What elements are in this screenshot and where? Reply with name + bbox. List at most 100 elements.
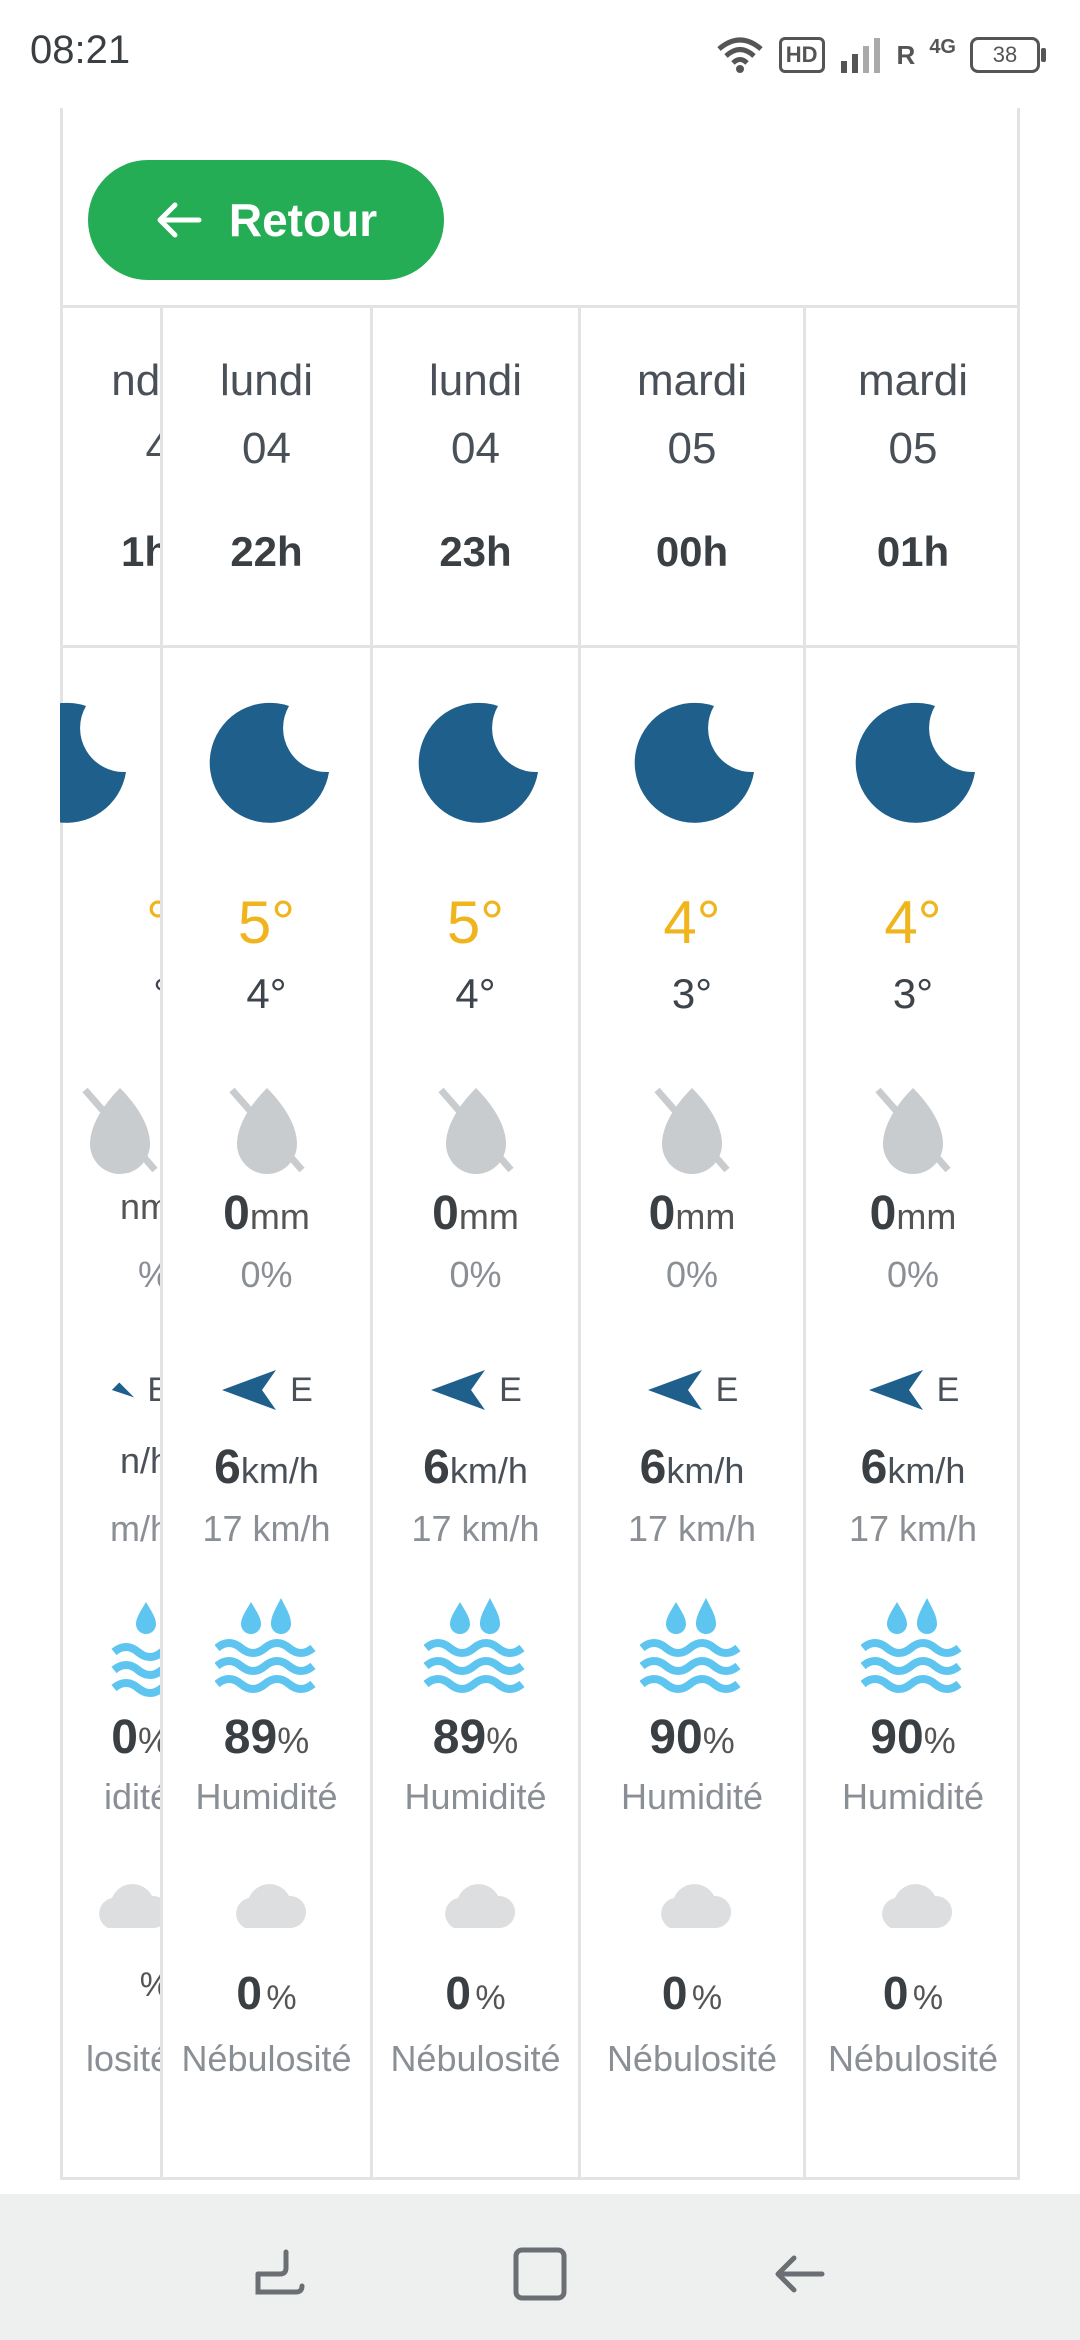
day-name: ndi [111,356,160,405]
battery-icon: 38 [970,37,1046,73]
humidity-label: Humidité [404,1776,547,1817]
wind-speed: 6km/h [214,1441,319,1494]
temperature: 5° [446,889,505,956]
cloud-icon [99,1884,160,1928]
no-rain-icon [654,1087,730,1174]
wind-speed: 6km/h [639,1441,745,1494]
wind-direction: E [163,1368,370,1412]
rain-probability: 0% [665,1254,719,1295]
rain-probability: 0% [886,1254,940,1295]
wind-speed: 6km/h [423,1441,528,1494]
day-date: 04 [451,424,500,473]
no-rain-icon [437,1087,514,1174]
rain-probability: 0% [240,1254,293,1295]
forecast-column: mardi 05 01h 4° 3° 0mm 0% E 6km/h 17 km/… [803,308,1020,2180]
temperature: ° [146,889,160,956]
network-type: 4G [929,35,956,58]
system-nav-bar [0,2194,1080,2340]
hour: 00h [655,528,729,575]
no-rain-icon [228,1087,305,1174]
humidity-icon [861,1598,962,1693]
day-name: lundi [220,356,313,405]
wind-arrow-icon [431,1370,486,1410]
felt-temperature: 4° [455,970,496,1017]
moon-icon [418,702,538,823]
wind-gust: 17 km/h [848,1508,978,1549]
cloud-cover-label: Nébulosité [827,2038,999,2079]
cloud-icon [235,1884,306,1928]
temperature: 5° [237,889,296,956]
wind-gust: m/h [109,1508,160,1549]
home-icon[interactable] [510,2244,570,2304]
day-date: 05 [667,424,717,473]
roaming-indicator: R [896,39,916,70]
forecast-column: lundi 04 22h 5° 4° 0mm 0% E 6km/h 17 km/… [160,308,370,2180]
humidity-label: Humidité [195,1776,338,1817]
wind-arrow-icon [222,1370,277,1410]
status-bar: 08:21 HD R 4G 38 [0,0,1080,108]
wind-arrow-icon [112,1382,135,1398]
wind-arrow-icon [868,1370,923,1410]
felt-temperature: 3° [671,970,713,1017]
humidity-icon [111,1602,160,1697]
humidity-icon [214,1598,316,1693]
temperature: 4° [884,889,942,956]
humidity-icon [640,1598,741,1693]
humidity-value: 0% [111,1711,160,1764]
humidity-value: 90% [870,1711,956,1764]
status-icons: HD R 4G 38 [715,30,1046,80]
felt-temperature: ° [60,970,160,1018]
day-name: mardi [636,356,748,405]
cloud-icon [444,1884,515,1928]
wind-direction: E [60,1368,160,1412]
moon-icon [855,702,975,823]
wind-direction: E [581,1368,803,1412]
day-name: lundi [429,356,522,405]
day-name: mardi [857,356,969,405]
cloud-cover-value: 0 % [661,1967,723,2019]
wind-speed: 6km/h [860,1441,966,1494]
day-date: 4 [145,424,160,473]
status-time: 08:21 [30,28,131,72]
rain-amount: 0mm [223,1187,310,1240]
no-rain-icon [82,1087,158,1174]
back-button-label: Retour [228,194,378,246]
cloud-icon [882,1884,953,1928]
wind-direction: E [373,1368,578,1412]
rain-probability: 0% [449,1254,502,1295]
wind-gust: 17 km/h [202,1508,331,1549]
day-date: 04 [242,424,291,473]
cloud-cover-label: Nébulosité [606,2038,778,2079]
wifi-icon [717,37,763,73]
recent-apps-icon[interactable] [250,2244,310,2304]
moon-icon [209,702,329,823]
felt-temperature: 3° [892,970,934,1017]
humidity-label: idité [103,1776,160,1817]
humidity-value: 89% [223,1711,310,1764]
forecast-column: mardi 05 00h 4° 3° 0mm 0% E 6km/h 17 km/… [578,308,803,2180]
forecast-column-partial: ndi 4 1h ° ° nm % E n/h m/h 0% id [60,308,160,2180]
back-icon[interactable] [770,2244,830,2304]
temperature: 4° [663,889,721,956]
humidity-icon [423,1598,525,1693]
hd-icon: HD [778,37,825,73]
cloud-cover-value: 0 % [445,1967,506,2019]
hour: 01h [876,528,950,575]
hour: 23h [439,528,512,575]
wind-arrow-icon [647,1370,702,1410]
back-button[interactable]: Retour [88,160,444,280]
hour: 22h [230,528,303,575]
cloud-cover-label: Nébulosité [181,2038,352,2079]
cloud-cover-label: Nébulosité [390,2038,561,2079]
humidity-label: Humidité [620,1776,764,1817]
humidity-label: Humidité [841,1776,985,1817]
hour: 1h [120,528,160,575]
wind-gust: 17 km/h [411,1508,540,1549]
cloud-cover-label: losité [85,2038,160,2079]
wind-gust: 17 km/h [627,1508,757,1549]
wind-speed: n/h [119,1440,160,1481]
rain-amount: 0mm [648,1187,736,1240]
cloud-cover-value: 0 % [236,1967,297,2019]
cloud-icon [661,1884,732,1928]
rain-probability: % [60,1254,160,1296]
